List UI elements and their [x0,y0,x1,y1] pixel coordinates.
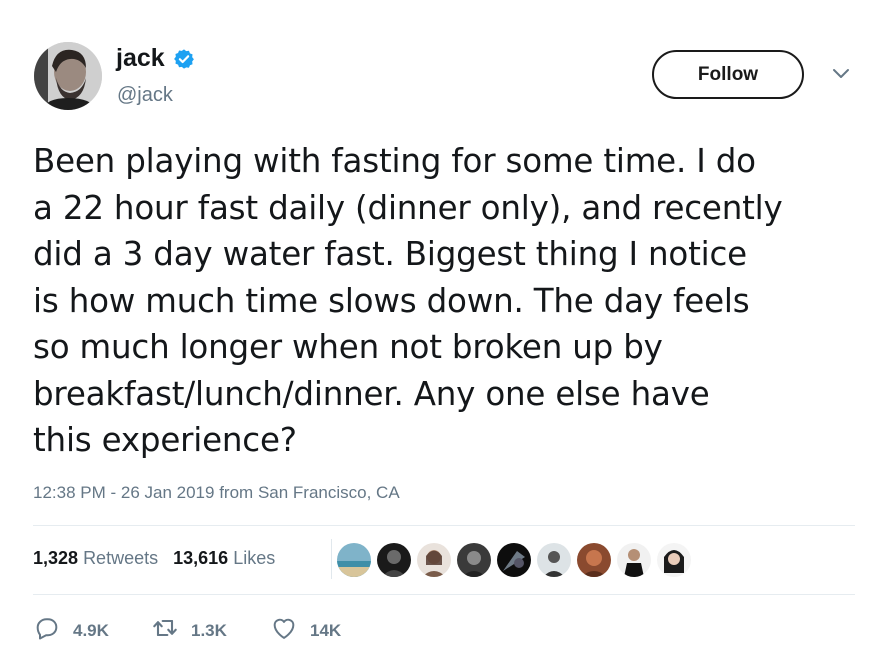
liker-avatar[interactable] [496,542,532,578]
retweet-button[interactable]: 1.3K [151,614,227,647]
stats-separator [331,539,332,579]
from-label: from [219,483,254,502]
user-handle[interactable]: @jack [117,84,173,107]
location-link[interactable]: San Francisco, CA [258,483,400,502]
like-count: 14K [310,620,342,640]
verified-badge-icon [173,48,195,70]
chevron-down-icon[interactable] [831,66,851,82]
retweets-label[interactable]: Retweets [83,548,158,568]
liker-avatar[interactable] [336,542,372,578]
liker-avatar[interactable] [576,542,612,578]
tweet-text-line: breakfast/lunch/dinner. Any one else hav… [33,374,710,413]
follow-button[interactable]: Follow [652,50,804,99]
liker-avatar[interactable] [536,542,572,578]
avatar-image [34,42,102,110]
retweet-count: 1.3K [191,620,227,640]
tweet-text: Been playing with fasting for some time.… [33,138,863,464]
avatar[interactable] [34,42,102,110]
like-button[interactable]: 14K [270,614,341,647]
liker-avatar[interactable] [416,542,452,578]
timestamp[interactable]: 12:38 PM - 26 Jan 2019 [33,483,214,502]
liker-avatar[interactable] [456,542,492,578]
liker-avatar[interactable] [376,542,412,578]
likes-count[interactable]: 13,616 [173,548,228,568]
reply-button[interactable]: 4.9K [33,614,109,647]
tweet-text-line: a 22 hour fast daily (dinner only), and … [33,188,783,227]
heart-icon [270,614,298,647]
display-name[interactable]: jack [116,44,195,73]
tweet-text-line: so much longer when not broken up by [33,328,663,366]
reply-icon [33,614,61,647]
likes-label[interactable]: Likes [233,548,275,568]
tweet-text-line: Been playing with fasting for some time.… [33,142,756,180]
tweet-meta: 12:38 PM - 26 Jan 2019 from San Francisc… [33,483,400,503]
user-name[interactable]: jack [116,44,165,73]
liker-avatar[interactable] [656,542,692,578]
divider [33,525,855,526]
tweet-text-line: did a 3 day water fast. Biggest thing I … [33,235,747,273]
reply-count: 4.9K [73,620,109,640]
tweet-card: jack @jack Follow Been playing with fast… [0,0,886,669]
retweets-count[interactable]: 1,328 [33,548,78,568]
tweet-text-line: this experience? [33,421,297,459]
tweet-text-line: is how much time slows down. The day fee… [33,281,750,320]
liker-avatar[interactable] [616,542,652,578]
tweet-stats: 1,328 Retweets 13,616 Likes [33,548,275,569]
divider [33,594,855,595]
retweet-icon [151,614,179,647]
